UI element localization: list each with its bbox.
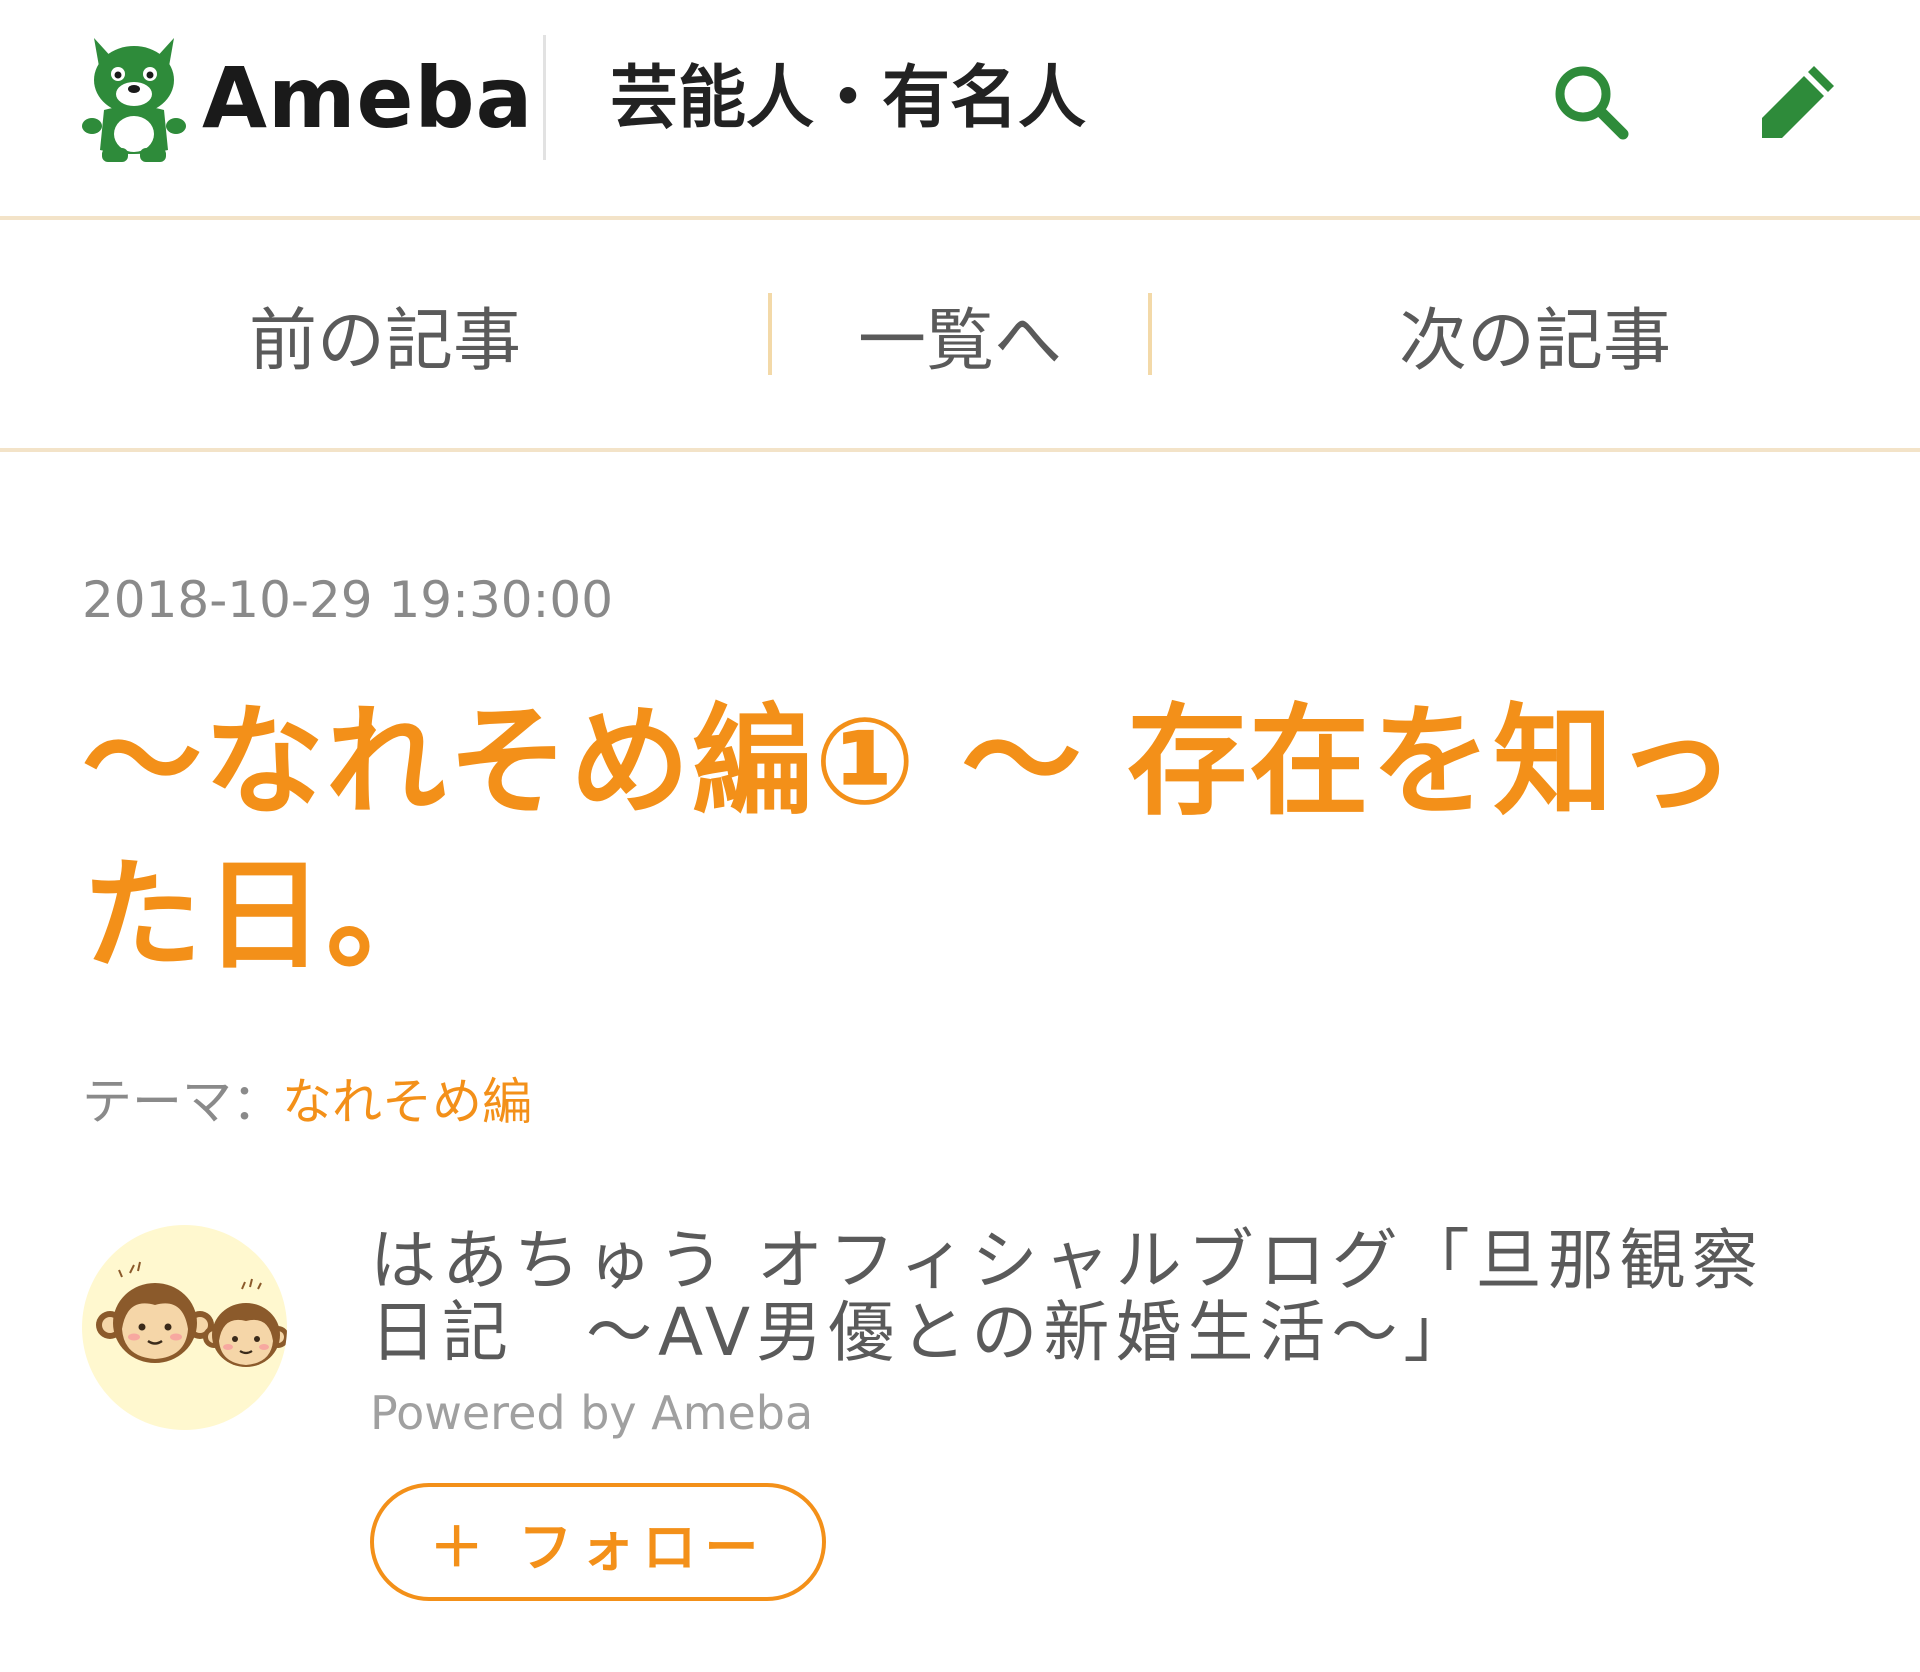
logo-text: Ameba (202, 48, 534, 147)
follow-button[interactable]: ＋ フォロー (370, 1483, 826, 1601)
theme-label: テーマ： (82, 1073, 282, 1131)
search-icon (1555, 66, 1629, 140)
ameba-mascot-icon (82, 38, 186, 162)
article-theme: テーマ：なれそめ編 (82, 1070, 532, 1135)
theme-link[interactable]: なれそめ編 (282, 1073, 532, 1131)
article-list-link[interactable]: 一覧へ (770, 220, 1150, 448)
next-article-link[interactable]: 次の記事 (1150, 220, 1920, 448)
blog-title-link[interactable]: はあちゅう オフィシャルブログ「旦那観察日記 〜AV男優との新婚生活〜」 (370, 1225, 1820, 1369)
article-date: 2018-10-29 19:30:00 (82, 571, 614, 629)
category-title[interactable]: 芸能人・有名人 (610, 58, 1086, 140)
previous-article-link[interactable]: 前の記事 (0, 220, 770, 448)
powered-by: Powered by Ameba (370, 1386, 814, 1440)
follow-label: ＋ フォロー (429, 1515, 767, 1579)
ameba-logo[interactable]: Ameba (80, 30, 533, 165)
blog-avatar[interactable] (82, 1225, 287, 1430)
article-title: 〜なれそめ編① 〜 存在を知った日。 (82, 693, 1738, 986)
pencil-icon (1762, 66, 1834, 138)
search-button[interactable] (1543, 54, 1639, 150)
monkey-couple-avatar-icon (96, 1261, 287, 1367)
header: Ameba 芸能人・有名人 (0, 0, 1920, 220)
article-navigation: 前の記事 一覧へ 次の記事 (0, 220, 1920, 452)
write-post-button[interactable] (1750, 54, 1846, 150)
header-divider (543, 35, 546, 160)
